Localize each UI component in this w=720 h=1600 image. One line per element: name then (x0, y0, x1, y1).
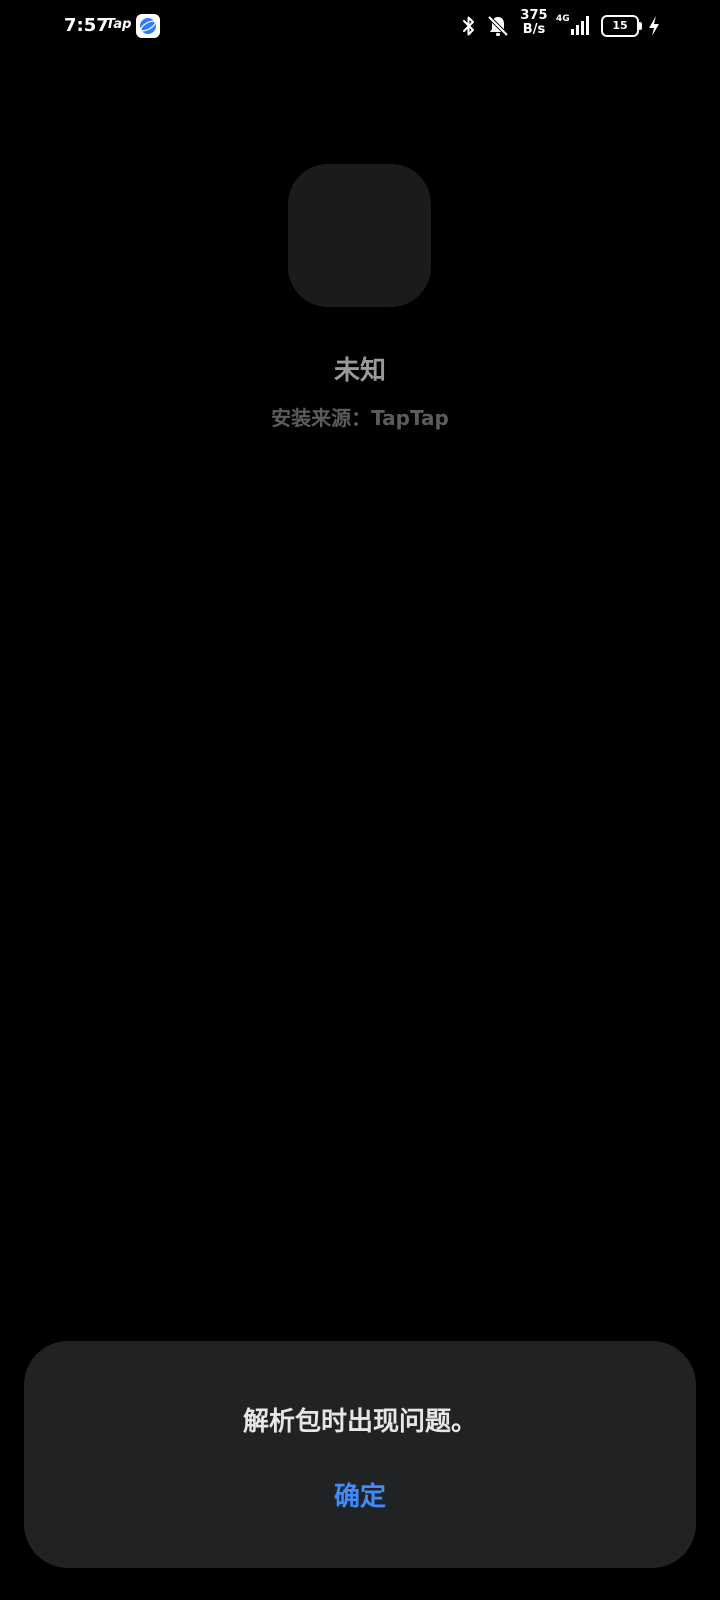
status-notification-app: Tap (106, 17, 132, 32)
bell-off-icon (487, 15, 509, 37)
charging-bolt-icon (649, 16, 659, 36)
parse-error-dialog: 解析包时出现问题。 确定 (24, 1341, 696, 1568)
status-time: 7:57 (64, 15, 109, 36)
install-source: 安装来源：TapTap (271, 406, 449, 430)
browser-globe-icon (136, 14, 160, 38)
net-speed-value: 375 (520, 8, 548, 23)
battery-icon: 15 (601, 15, 642, 37)
dialog-message: 解析包时出现问题。 (242, 1407, 477, 1437)
signal-bars-icon (571, 16, 589, 35)
install-screen: 7:57 Tap 375 B/s 4G 15 未知 安装来源：TapTap 解析… (0, 0, 720, 1600)
net-speed: 375 B/s (519, 9, 549, 37)
net-speed-unit: B/s (522, 22, 546, 37)
app-icon-placeholder (288, 164, 431, 307)
battery-tip (639, 22, 642, 30)
app-name: 未知 (333, 356, 386, 386)
network-type: 4G (556, 14, 570, 24)
confirm-button[interactable]: 确定 (280, 1467, 440, 1527)
battery-level: 15 (612, 19, 628, 32)
status-bar: 7:57 Tap 375 B/s 4G 15 (0, 0, 720, 52)
bluetooth-icon (463, 16, 474, 36)
